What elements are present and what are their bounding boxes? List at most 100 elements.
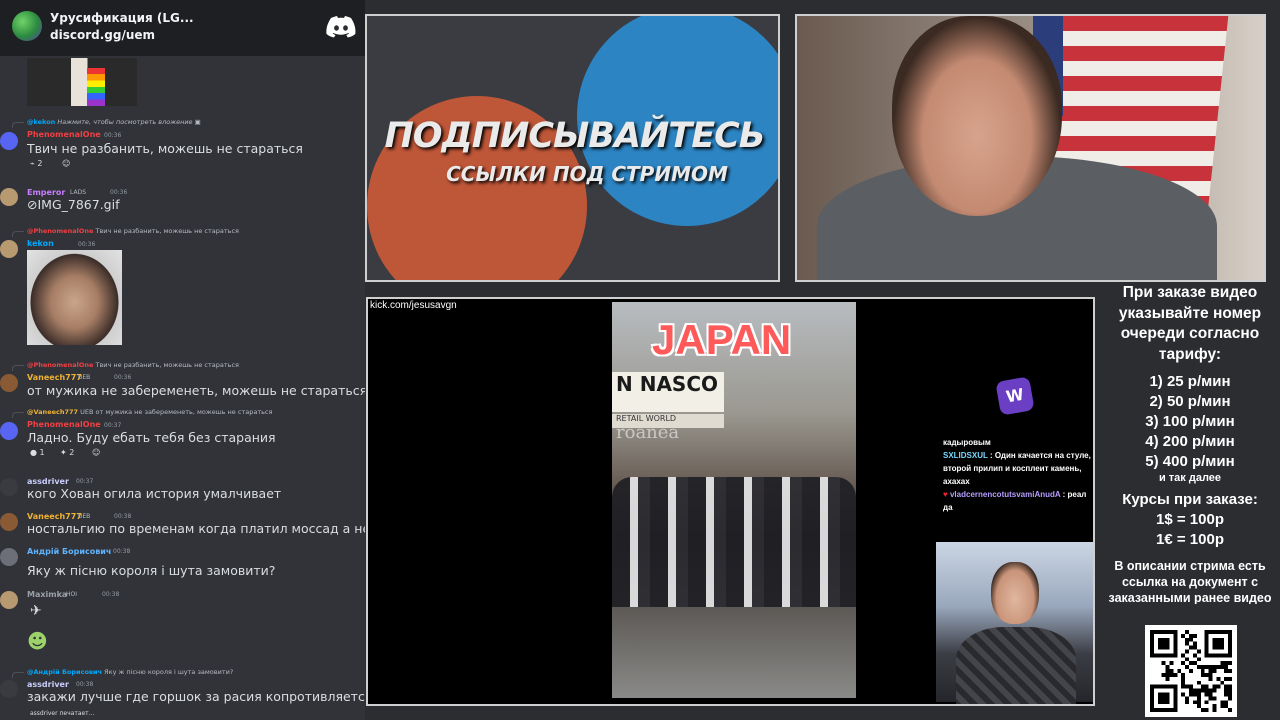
timestamp: 00:38: [76, 681, 94, 688]
main-video-player[interactable]: kick.com/jesusavgn N NASCO RETAIL WORLD …: [366, 297, 1095, 706]
order-info-panel: При заказе видео указывайте номер очеред…: [1100, 283, 1280, 604]
webcam-person-head: [892, 16, 1062, 216]
chat-image-attachment[interactable]: [27, 250, 122, 345]
message-text: кого Хован огила история умалчивает: [27, 486, 282, 501]
banner-subtitle: ССЫЛКИ ПОД СТРИМОМ: [446, 162, 728, 186]
message-text: ностальгию по временам когда платил мосс…: [27, 521, 365, 536]
image-icon: ▣: [194, 118, 201, 126]
shop-sign: N NASCO: [612, 372, 724, 412]
webcam-feed: [795, 14, 1266, 282]
avatar[interactable]: [0, 132, 18, 150]
price-item: 4) 200 р/мин: [1145, 433, 1235, 450]
reply-preview[interactable]: @PhenomenalOne Твич не разбанить, можешь…: [27, 361, 239, 369]
server-title: Урусификация (LG...: [50, 11, 194, 25]
w-badge-icon: W: [995, 376, 1035, 416]
timestamp: 00:36: [78, 241, 96, 248]
timestamp: 00:38: [113, 548, 131, 555]
overlay-chat-message: SXLIDSXUL : Один качается на стуле, втор…: [943, 451, 1091, 486]
username[interactable]: kekon: [27, 239, 54, 248]
timestamp: 00:38: [114, 513, 132, 520]
server-invite-link[interactable]: discord.gg/uem: [50, 28, 155, 42]
link-icon: ⊘: [27, 197, 38, 212]
timestamp: 00:37: [104, 422, 122, 429]
order-instructions: При заказе видео указывайте номер очеред…: [1118, 284, 1262, 363]
username[interactable]: assdriver: [27, 680, 69, 689]
username[interactable]: Maximka: [27, 590, 67, 599]
server-avatar: [12, 11, 42, 41]
message-text: закажи лучше где горшок за расия копроти…: [27, 689, 365, 704]
overlay-chat-line: кадыровым: [943, 438, 991, 447]
reply-preview[interactable]: @PhenomenalOne Твич не разбанить, можешь…: [27, 227, 239, 235]
username[interactable]: PhenomenalOne: [27, 130, 101, 139]
add-reaction-icon[interactable]: ☺: [92, 448, 100, 457]
avatar[interactable]: [0, 478, 18, 496]
discord-icon: [326, 16, 356, 38]
timestamp: 00:36: [114, 374, 132, 381]
video-watermark: roanea: [616, 422, 680, 443]
price-list: 1) 25 р/мин 2) 50 р/мин 3) 100 р/мин 4) …: [1100, 372, 1280, 472]
emoji-icon: ☻: [27, 629, 48, 653]
stream-chat-overlay: кадыровым SXLIDSXUL : Один качается на с…: [943, 436, 1091, 514]
streamer-webcam: [936, 542, 1093, 704]
badge: UEB: [78, 513, 91, 520]
reaction[interactable]: ⌁ 2: [30, 159, 42, 168]
badge: HOI: [66, 591, 78, 598]
username[interactable]: Vaneech777: [27, 512, 82, 521]
video-clip: N NASCO RETAIL WORLD roanea JAPAN: [612, 302, 856, 698]
add-reaction-icon[interactable]: ☺: [62, 159, 70, 168]
message-text: Яку ж пісню короля і шута замовити?: [27, 563, 276, 578]
avatar[interactable]: [0, 591, 18, 609]
username[interactable]: assdriver: [27, 477, 69, 486]
price-item: 5) 400 р/мин: [1145, 453, 1235, 470]
sticker-icon: ✈: [30, 603, 42, 619]
avatar[interactable]: [0, 680, 18, 698]
clip-title: JAPAN: [652, 316, 792, 363]
price-item: 1) 25 р/мин: [1149, 373, 1231, 390]
stream-url: kick.com/jesusavgn: [370, 300, 457, 311]
timestamp: 00:37: [76, 478, 94, 485]
description-note: В описании стрима есть ссылка на докумен…: [1108, 559, 1272, 604]
crowd-scene: [612, 477, 856, 607]
timestamp: 00:38: [102, 591, 120, 598]
subscribe-banner: ПОДПИСЫВАЙТЕСЬ ССЫЛКИ ПОД СТРИМОМ: [365, 14, 780, 282]
avatar[interactable]: [0, 374, 18, 392]
banner-title: ПОДПИСЫВАЙТЕСЬ: [384, 116, 766, 156]
typing-indicator: assdriver печатает...: [30, 710, 95, 717]
username[interactable]: Vaneech777: [27, 373, 82, 382]
price-item: 3) 100 р/мин: [1145, 413, 1235, 430]
reaction[interactable]: ● 1: [30, 448, 45, 457]
avatar[interactable]: [0, 240, 18, 258]
reaction[interactable]: ✦ 2: [60, 448, 74, 457]
username[interactable]: Андрій Борисович: [27, 547, 111, 556]
timestamp: 00:36: [104, 132, 122, 139]
price-more: и так далее: [1158, 472, 1222, 484]
badge: UEB: [78, 374, 91, 381]
timestamp: 00:36: [110, 189, 128, 196]
price-item: 2) 50 р/мин: [1149, 393, 1231, 410]
message-text: Ладно. Буду ебать тебя без старания: [27, 430, 276, 445]
message-text: от мужика не забеременеть, можешь не ста…: [27, 383, 365, 398]
discord-chat-panel: Урусификация (LG... discord.gg/uem @keko…: [0, 0, 365, 720]
discord-server-header[interactable]: Урусификация (LG... discord.gg/uem: [0, 0, 365, 56]
reply-preview[interactable]: @kekon Нажмите, чтобы посмотреть вложени…: [27, 118, 201, 126]
chat-image-attachment[interactable]: [27, 58, 137, 106]
rate-usd: 1$ = 100р: [1156, 511, 1224, 528]
courses-title: Курсы при заказе:: [1122, 491, 1258, 508]
avatar[interactable]: [0, 548, 18, 566]
username[interactable]: PhenomenalOne: [27, 420, 101, 429]
streamer-body: [956, 627, 1076, 704]
avatar[interactable]: [0, 188, 18, 206]
overlay-chat-message: ♥ vladcernencotutsvamiAnudA : реал да: [943, 490, 1087, 512]
reply-preview[interactable]: @Vaneech777 UEB от мужика не забеременет…: [27, 408, 272, 416]
avatar[interactable]: [0, 513, 18, 531]
avatar[interactable]: [0, 422, 18, 440]
username[interactable]: Emperor: [27, 188, 65, 197]
qr-code[interactable]: [1145, 625, 1237, 717]
message-text: Твич не разбанить, можешь не стараться: [27, 141, 303, 156]
rate-eur: 1€ = 100р: [1156, 531, 1224, 548]
reply-preview[interactable]: @Андрій Борисович Яку ж пісню короля і ш…: [27, 668, 233, 676]
attachment-link[interactable]: ⊘IMG_7867.gif: [27, 197, 120, 212]
streamer-head: [991, 562, 1039, 624]
badge: LADS: [70, 189, 87, 196]
qr-code-icon: [1150, 630, 1232, 712]
